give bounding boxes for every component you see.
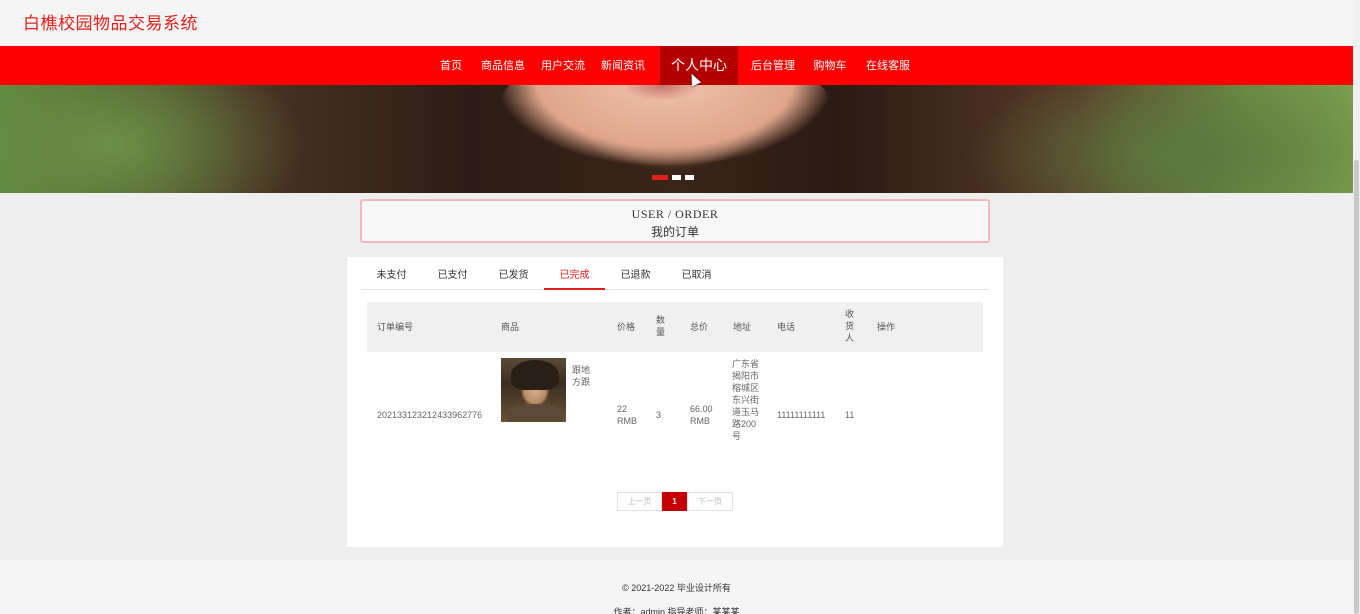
carousel-dot-3[interactable] <box>685 175 694 180</box>
col-total: 总价 <box>690 322 709 332</box>
phone-cell: 11111111111 <box>777 410 826 420</box>
nav-item-cart[interactable]: 购物车 <box>809 46 851 85</box>
nav-item-goods[interactable]: 商品信息 <box>477 46 529 85</box>
qty-cell: 3 <box>656 410 662 420</box>
tab-completed[interactable]: 已完成 <box>544 265 605 290</box>
total-cell: 66.00 RMB <box>690 404 713 426</box>
nav-item-news[interactable]: 新闻资讯 <box>597 46 649 85</box>
col-qty: 数量 <box>656 315 666 337</box>
carousel-indicators <box>652 175 694 180</box>
section-title-zh: 我的订单 <box>650 225 699 239</box>
tab-unpaid[interactable]: 未支付 <box>361 265 422 290</box>
footer-copyright: © 2021-2022 毕业设计所有 <box>622 583 731 593</box>
address-cell: 广东省揭阳市榕城区东兴街道玉马路200号 <box>732 359 760 441</box>
col-address: 地址 <box>733 322 752 332</box>
tab-shipped[interactable]: 已发货 <box>483 265 544 290</box>
col-goods: 商品 <box>501 322 520 332</box>
carousel-dot-2[interactable] <box>672 175 681 180</box>
nav-item-community[interactable]: 用户交流 <box>537 46 589 85</box>
site-title[interactable]: 白樵校园物品交易系统 <box>23 9 198 34</box>
order-no-cell: 20213312321243396277​6 <box>377 410 483 420</box>
nav-item-home[interactable]: 首页 <box>433 46 469 85</box>
next-page-button[interactable]: 下一页 <box>687 492 733 511</box>
pagination: 上一页 1 下一页 <box>617 492 733 511</box>
section-title-box: USER / ORDER 我的订单 <box>360 199 990 243</box>
receiver-cell: 11 <box>845 410 855 420</box>
banner-carousel[interactable] <box>0 85 1353 193</box>
page-scrollbar[interactable] <box>1353 0 1360 614</box>
tab-cancelled[interactable]: 已取消 <box>666 265 727 290</box>
tab-paid[interactable]: 已支付 <box>422 265 483 290</box>
price-cell: 22 RMB <box>617 404 637 426</box>
col-phone: 电话 <box>777 322 796 332</box>
nav-item-admin[interactable]: 后台管理 <box>747 46 799 85</box>
goods-name-cell[interactable]: 跟地方跟 <box>572 364 592 388</box>
orders-panel: 未支付 已支付 已发货 已完成 已退款 已取消 订单编号 商品 价格 数量 总价… <box>347 257 1003 547</box>
main-nav: 首页 商品信息 用户交流 新闻资讯 个人中心 后台管理 购物车 在线客服 <box>0 46 1353 85</box>
carousel-dot-1[interactable] <box>652 175 668 180</box>
col-action: 操作 <box>877 322 896 332</box>
col-receiver: 收货人 <box>845 309 855 343</box>
col-price: 价格 <box>617 322 636 332</box>
col-order-no: 订单编号 <box>377 322 414 332</box>
footer-credits: 作者：admin 指导老师：某某某 <box>613 607 740 614</box>
footer: © 2021-2022 毕业设计所有 作者：admin 指导老师：某某某 <box>0 560 1353 614</box>
orders-table-header: 订单编号 商品 价格 数量 总价 地址 电话 收货人 操作 <box>367 302 983 352</box>
top-header: 白樵校园物品交易系统 <box>0 0 1353 46</box>
prev-page-button[interactable]: 上一页 <box>617 492 662 511</box>
order-status-tabs: 未支付 已支付 已发货 已完成 已退款 已取消 <box>361 265 989 290</box>
scrollbar-thumb[interactable] <box>1354 160 1359 614</box>
current-page-button[interactable]: 1 <box>662 492 687 511</box>
section-title-en: USER / ORDER <box>631 207 719 221</box>
tab-refunded[interactable]: 已退款 <box>605 265 666 290</box>
nav-item-support[interactable]: 在线客服 <box>861 46 915 85</box>
goods-thumbnail[interactable] <box>501 358 566 422</box>
